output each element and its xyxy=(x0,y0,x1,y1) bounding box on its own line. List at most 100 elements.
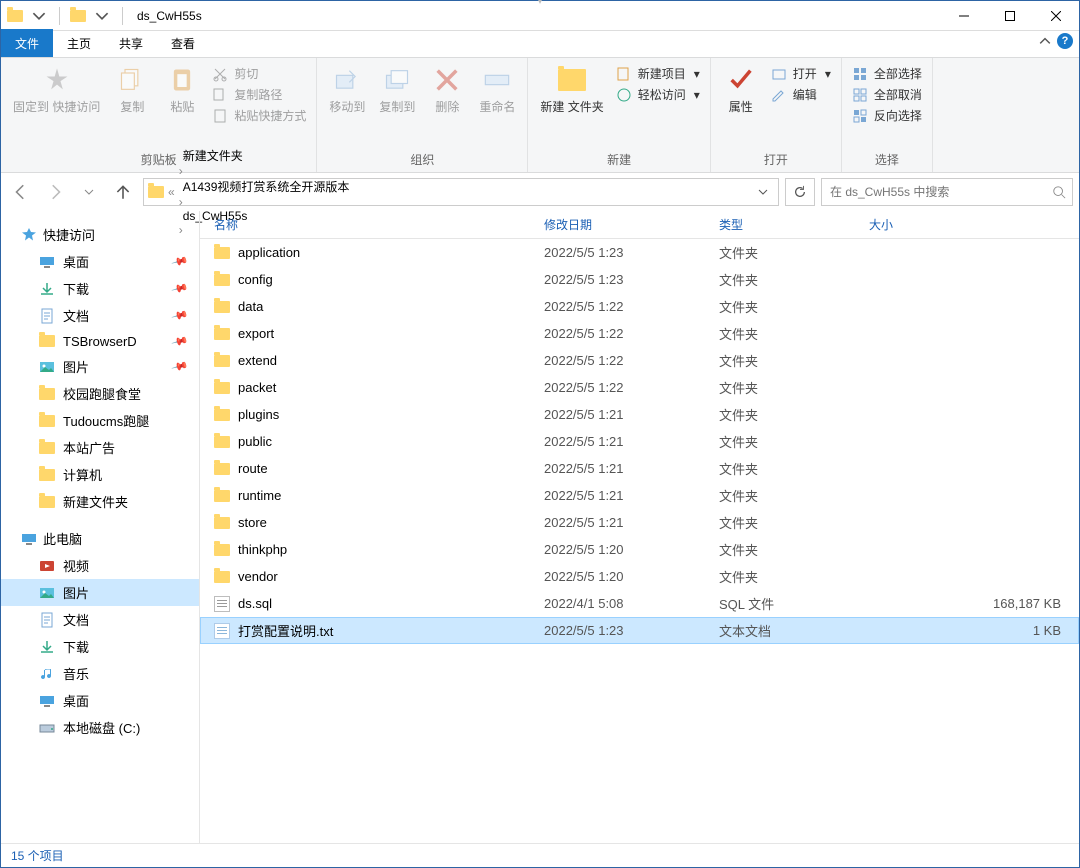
copypath-button[interactable]: 复制路径 xyxy=(208,85,310,104)
file-row[interactable]: vendor2022/5/5 1:20文件夹 xyxy=(200,563,1079,590)
properties-button[interactable]: 属性 xyxy=(717,62,765,116)
cut-button[interactable]: 剪切 xyxy=(208,64,310,83)
sidebar-item[interactable]: 文档📌 xyxy=(1,302,199,329)
folder-icon xyxy=(214,355,230,367)
search-input[interactable] xyxy=(828,184,1052,200)
copy-button[interactable]: 复制 xyxy=(108,62,156,116)
pin-icon: 📌 xyxy=(171,306,189,324)
forward-button[interactable] xyxy=(41,178,69,206)
delete-button[interactable]: 删除 xyxy=(423,62,471,116)
folder-icon xyxy=(214,436,230,448)
easyaccess-button[interactable]: 轻松访问▾ xyxy=(612,85,704,104)
pic-icon xyxy=(39,585,55,601)
collapse-ribbon-icon[interactable] xyxy=(1039,35,1051,47)
folder-icon xyxy=(214,382,230,394)
paste-button[interactable]: 粘贴 xyxy=(158,62,206,116)
sidebar-item[interactable]: 桌面📌 xyxy=(1,248,199,275)
sidebar-item[interactable]: TSBrowserD📌 xyxy=(1,329,199,353)
file-row[interactable]: packet2022/5/5 1:22文件夹 xyxy=(200,374,1079,401)
file-row[interactable]: export2022/5/5 1:22文件夹 xyxy=(200,320,1079,347)
qat-dropdown-2[interactable] xyxy=(92,6,112,26)
maximize-button[interactable] xyxy=(987,1,1033,31)
file-row[interactable]: data2022/5/5 1:22文件夹 xyxy=(200,293,1079,320)
file-row[interactable]: application2022/5/5 1:23文件夹 xyxy=(200,239,1079,266)
ribbon-tabs: 文件 主页 共享 查看 ? xyxy=(1,31,1079,57)
file-row[interactable]: extend2022/5/5 1:22文件夹 xyxy=(200,347,1079,374)
file-row[interactable]: thinkphp2022/5/5 1:20文件夹 xyxy=(200,536,1079,563)
search-box[interactable] xyxy=(821,178,1073,206)
tab-share[interactable]: 共享 xyxy=(105,29,157,57)
pin-quickaccess-button[interactable]: 固定到 快捷访问 xyxy=(7,62,106,116)
file-row[interactable]: ds.sql2022/4/1 5:08SQL 文件168,187 KB xyxy=(200,590,1079,617)
address-bar[interactable]: « 新建文件夹›A1439视频打赏系统全开源版本›ds_CwH55s› xyxy=(143,178,779,206)
sidebar-item[interactable]: 校园跑腿食堂 xyxy=(1,380,199,407)
file-row[interactable]: config2022/5/5 1:23文件夹 xyxy=(200,266,1079,293)
music-icon xyxy=(39,666,55,682)
open-button[interactable]: 打开▾ xyxy=(767,64,835,83)
selectall-button[interactable]: 全部选择 xyxy=(848,64,926,83)
close-button[interactable] xyxy=(1033,1,1079,31)
file-row[interactable]: plugins2022/5/5 1:21文件夹 xyxy=(200,401,1079,428)
pin-icon: 📌 xyxy=(171,332,189,350)
file-list: ▾ 名称 修改日期 类型 大小 application2022/5/5 1:23… xyxy=(200,211,1079,843)
sidebar-item[interactable]: 视频 xyxy=(1,552,199,579)
col-date[interactable]: 修改日期 xyxy=(536,216,711,233)
moveto-button[interactable]: 移动到 xyxy=(323,62,371,116)
rename-button[interactable]: 重命名 xyxy=(473,62,521,116)
sidebar-item[interactable]: 新建文件夹 xyxy=(1,488,199,515)
sidebar-item[interactable]: 图片📌 xyxy=(1,353,199,380)
refresh-button[interactable] xyxy=(785,178,815,206)
col-type[interactable]: 类型 xyxy=(711,216,861,233)
ribbon: 固定到 快捷访问 复制 粘贴 剪切 复制路径 粘贴快捷方式 剪贴板 移动到 复制… xyxy=(1,57,1079,173)
sidebar-item[interactable]: 音乐 xyxy=(1,660,199,687)
sidebar-item[interactable]: 本站广告 xyxy=(1,434,199,461)
back-button[interactable] xyxy=(7,178,35,206)
edit-button[interactable]: 编辑 xyxy=(767,85,835,104)
tab-view[interactable]: 查看 xyxy=(157,29,209,57)
sidebar-thispc-header[interactable]: 此电脑 xyxy=(1,525,199,552)
breadcrumb-item[interactable]: 新建文件夹 xyxy=(179,147,354,164)
breadcrumb-item[interactable]: A1439视频打赏系统全开源版本 xyxy=(179,178,354,195)
sidebar-item[interactable]: 桌面 xyxy=(1,687,199,714)
file-row[interactable]: runtime2022/5/5 1:21文件夹 xyxy=(200,482,1079,509)
tab-home[interactable]: 主页 xyxy=(53,29,105,57)
pin-icon: 📌 xyxy=(171,252,189,270)
file-row[interactable]: route2022/5/5 1:21文件夹 xyxy=(200,455,1079,482)
chevron-down-icon[interactable] xyxy=(758,187,768,197)
desktop-icon xyxy=(39,693,55,709)
folder-icon xyxy=(214,490,230,502)
download-icon xyxy=(39,281,55,297)
sidebar-item[interactable]: Tudoucms跑腿 xyxy=(1,407,199,434)
pc-icon xyxy=(21,531,37,547)
folder-icon xyxy=(214,328,230,340)
newfolder-button[interactable]: 新建 文件夹 xyxy=(534,62,609,116)
folder-icon xyxy=(39,467,55,483)
minimize-button[interactable] xyxy=(941,1,987,31)
file-row[interactable]: store2022/5/5 1:21文件夹 xyxy=(200,509,1079,536)
folder-icon xyxy=(214,247,230,259)
search-icon xyxy=(1052,185,1066,199)
sidebar-item[interactable]: 文档 xyxy=(1,606,199,633)
newitem-button[interactable]: 新建项目▾ xyxy=(612,64,704,83)
file-row[interactable]: public2022/5/5 1:21文件夹 xyxy=(200,428,1079,455)
col-size[interactable]: 大小 xyxy=(861,216,1079,233)
col-name[interactable]: 名称 xyxy=(206,216,536,233)
copyto-button[interactable]: 复制到 xyxy=(373,62,421,116)
status-bar: 15 个项目 xyxy=(1,843,1079,867)
tab-file[interactable]: 文件 xyxy=(1,29,53,57)
selectinvert-button[interactable]: 反向选择 xyxy=(848,106,926,125)
qat-dropdown[interactable] xyxy=(29,6,49,26)
pastelink-button[interactable]: 粘贴快捷方式 xyxy=(208,106,310,125)
sidebar-item[interactable]: 图片 xyxy=(1,579,199,606)
up-button[interactable] xyxy=(109,178,137,206)
sidebar-quickaccess-header[interactable]: 快捷访问 xyxy=(1,221,199,248)
file-row[interactable]: 打赏配置说明.txt2022/5/5 1:23文本文档1 KB xyxy=(200,617,1079,644)
gripper-icon: ▾ xyxy=(537,0,542,7)
sidebar-item[interactable]: 下载 xyxy=(1,633,199,660)
sidebar-item[interactable]: 计算机 xyxy=(1,461,199,488)
sidebar-item[interactable]: 下载📌 xyxy=(1,275,199,302)
selectnone-button[interactable]: 全部取消 xyxy=(848,85,926,104)
sidebar-item[interactable]: 本地磁盘 (C:) xyxy=(1,714,199,741)
recent-dropdown[interactable] xyxy=(75,178,103,206)
help-icon[interactable]: ? xyxy=(1057,33,1073,49)
